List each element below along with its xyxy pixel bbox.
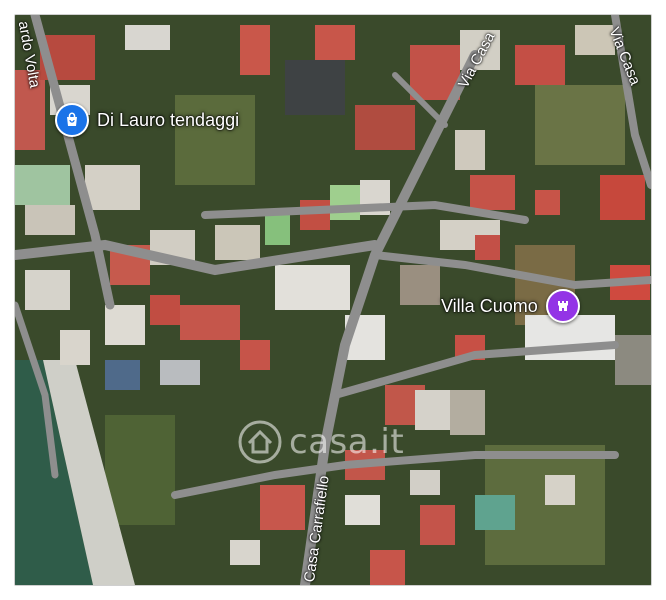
- watermark-text: casa.it: [289, 422, 405, 462]
- poi-label-di-lauro: Di Lauro tendaggi: [97, 109, 240, 130]
- poi-villa-cuomo[interactable]: Villa Cuomo: [441, 289, 580, 323]
- poi-label-villa-cuomo: Villa Cuomo: [441, 295, 538, 316]
- poi-di-lauro-tendaggi[interactable]: Di Lauro tendaggi: [55, 103, 239, 137]
- map-frame[interactable]: ardo Volta Via Casa Via Casa Casa Carraf…: [14, 14, 652, 586]
- house-logo-icon: [238, 420, 282, 464]
- shopping-bag-icon[interactable]: [55, 103, 89, 137]
- casa-it-watermark: casa.it: [237, 419, 404, 465]
- castle-icon[interactable]: [545, 289, 580, 323]
